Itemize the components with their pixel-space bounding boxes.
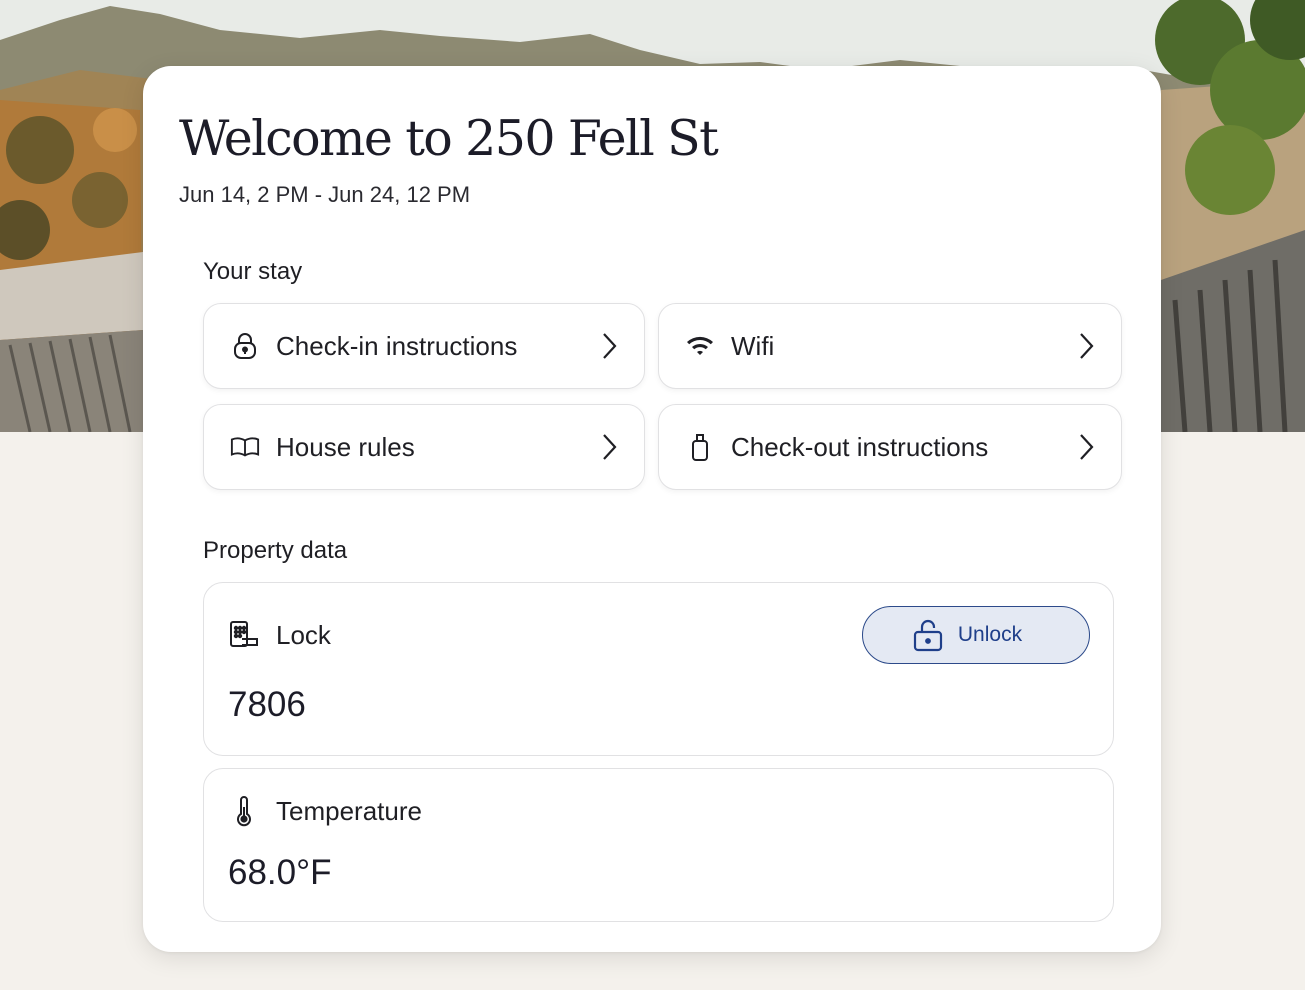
temperature-panel: Temperature 68.0°F [203,768,1114,922]
lock-header: Lock [228,619,331,651]
property-data-heading: Property data [203,537,348,564]
chevron-right-icon [598,331,620,361]
thermometer-icon [228,795,260,827]
check-out-instructions-label: Check-out instructions [731,431,989,462]
chevron-right-icon [1075,331,1097,361]
lock-icon [230,331,260,361]
check-in-instructions-label: Check-in instructions [276,330,518,361]
check-out-instructions-button[interactable]: Check-out instructions [658,404,1122,490]
luggage-icon [685,432,715,462]
wifi-button[interactable]: Wifi [658,303,1122,389]
page-title: Welcome to 250 Fell St [179,110,719,167]
your-stay-heading: Your stay [203,258,303,285]
temperature-value: 68.0°F [228,853,332,892]
welcome-card: Welcome to 250 Fell St Jun 14, 2 PM - Ju… [143,66,1161,952]
unlock-label: Unlock [957,623,1023,646]
wifi-icon [685,331,715,361]
temperature-label: Temperature [276,795,422,826]
wifi-label: Wifi [731,330,775,361]
house-rules-label: House rules [276,431,415,462]
lock-label: Lock [276,619,331,650]
book-icon [230,432,260,462]
temperature-header: Temperature [228,795,422,827]
stay-dates: Jun 14, 2 PM - Jun 24, 12 PM [179,182,471,207]
lock-panel: Lock 7806 Unlock [203,582,1114,756]
lock-code: 7806 [228,685,306,724]
unlock-button[interactable]: Unlock [862,606,1090,664]
chevron-right-icon [1075,432,1097,462]
house-rules-button[interactable]: House rules [203,404,645,490]
chevron-right-icon [598,432,620,462]
unlocked-lock-icon [912,618,944,652]
check-in-instructions-button[interactable]: Check-in instructions [203,303,645,389]
keypad-lock-icon [228,619,260,651]
